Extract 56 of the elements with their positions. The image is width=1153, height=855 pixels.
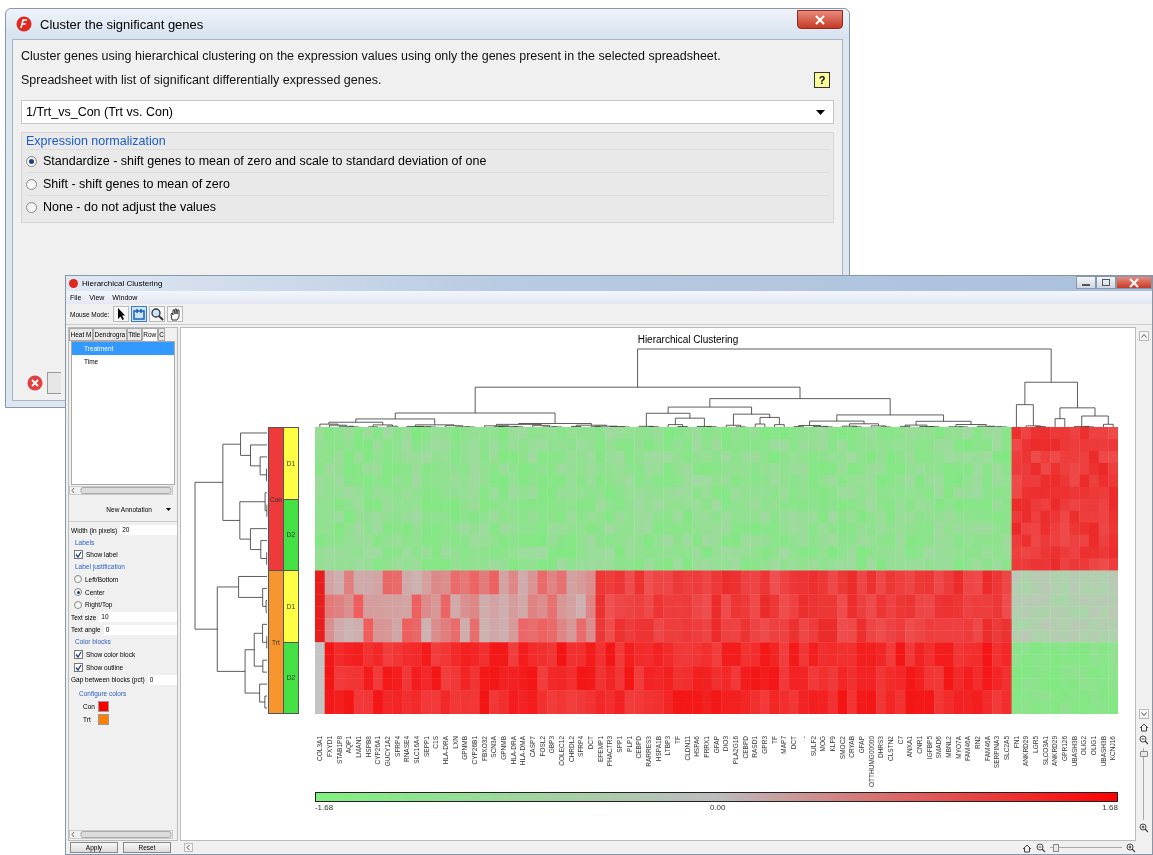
horizontal-scrollbar[interactable]: [69, 830, 173, 839]
close-icon: [1127, 276, 1141, 289]
error-icon: [27, 375, 43, 391]
checkbox[interactable]: [74, 550, 83, 560]
description-text: Cluster genes using hierarchical clustering on the expression values using only the genes present in the selected spreadsheet.: [21, 48, 722, 65]
app-logo-icon: [69, 279, 78, 288]
checkbox[interactable]: [74, 649, 83, 659]
close-button[interactable]: [797, 10, 843, 29]
group-title: Expression normalization: [26, 133, 167, 149]
tool-button[interactable]: [149, 306, 166, 322]
scroll-up-icon[interactable]: [1139, 331, 1149, 341]
option-label: None - do not adjust the values: [43, 200, 217, 214]
slider-thumb[interactable]: [1140, 751, 1148, 758]
radio-button[interactable]: [74, 575, 82, 584]
zoom-out-icon[interactable]: [1036, 842, 1046, 853]
radio-button[interactable]: [74, 588, 82, 597]
caret-icon: [165, 508, 171, 511]
tool-button[interactable]: [113, 306, 130, 322]
option-label: Standardize - shift genes to mean of zero and scale to standard deviation of one: [43, 154, 487, 168]
window-title: Cluster the significant genes: [40, 16, 205, 32]
maximize-icon: [1102, 279, 1110, 286]
spreadsheet-dropdown[interactable]: 1/Trt_vs_Con (Trt vs. Con): [21, 100, 834, 124]
close-button[interactable]: [1116, 276, 1152, 289]
caret-icon: [816, 109, 825, 115]
window-title: Hierarchical Clustering: [82, 279, 164, 288]
radio-button[interactable]: [26, 201, 37, 213]
radio-button[interactable]: [26, 155, 37, 167]
checkbox[interactable]: [74, 662, 83, 672]
scale-label: 0.00: [709, 803, 726, 812]
zoom-slider[interactable]: [1050, 843, 1122, 852]
horizontal-scrollbar[interactable]: [69, 486, 173, 495]
home-icon[interactable]: [1139, 722, 1149, 732]
plot-title: Hierarchical Clustering: [636, 334, 740, 345]
zoom-in-icon[interactable]: [1126, 842, 1136, 853]
dropdown-value: 1/Trt_vs_Con (Trt vs. Con): [26, 105, 174, 119]
radio-button[interactable]: [74, 600, 82, 609]
radio-button[interactable]: [26, 178, 37, 190]
home-icon[interactable]: [1022, 842, 1032, 853]
maximize-button[interactable]: [1096, 276, 1116, 289]
minimize-button[interactable]: [1076, 276, 1096, 289]
app-logo-icon: [16, 16, 32, 32]
color-swatch[interactable]: [98, 713, 109, 725]
tool-button[interactable]: [167, 306, 184, 322]
help-button[interactable]: ?: [814, 72, 830, 88]
scale-label: 1.68: [1102, 803, 1118, 812]
selection-icon: [132, 307, 147, 321]
zoom-out-icon[interactable]: [1139, 735, 1149, 745]
zoom-in-icon[interactable]: [1139, 823, 1149, 833]
color-swatch[interactable]: [98, 700, 109, 712]
slider-thumb[interactable]: [1053, 843, 1060, 852]
field-label: Spreadsheet with list of significant differentially expressed genes.: [21, 72, 382, 89]
zoom-icon: [150, 307, 165, 321]
scale-label: -1.68: [314, 803, 334, 812]
close-icon: [813, 13, 827, 26]
hand-icon: [168, 307, 183, 321]
option-label: Shift - shift genes to mean of zero: [43, 177, 230, 191]
